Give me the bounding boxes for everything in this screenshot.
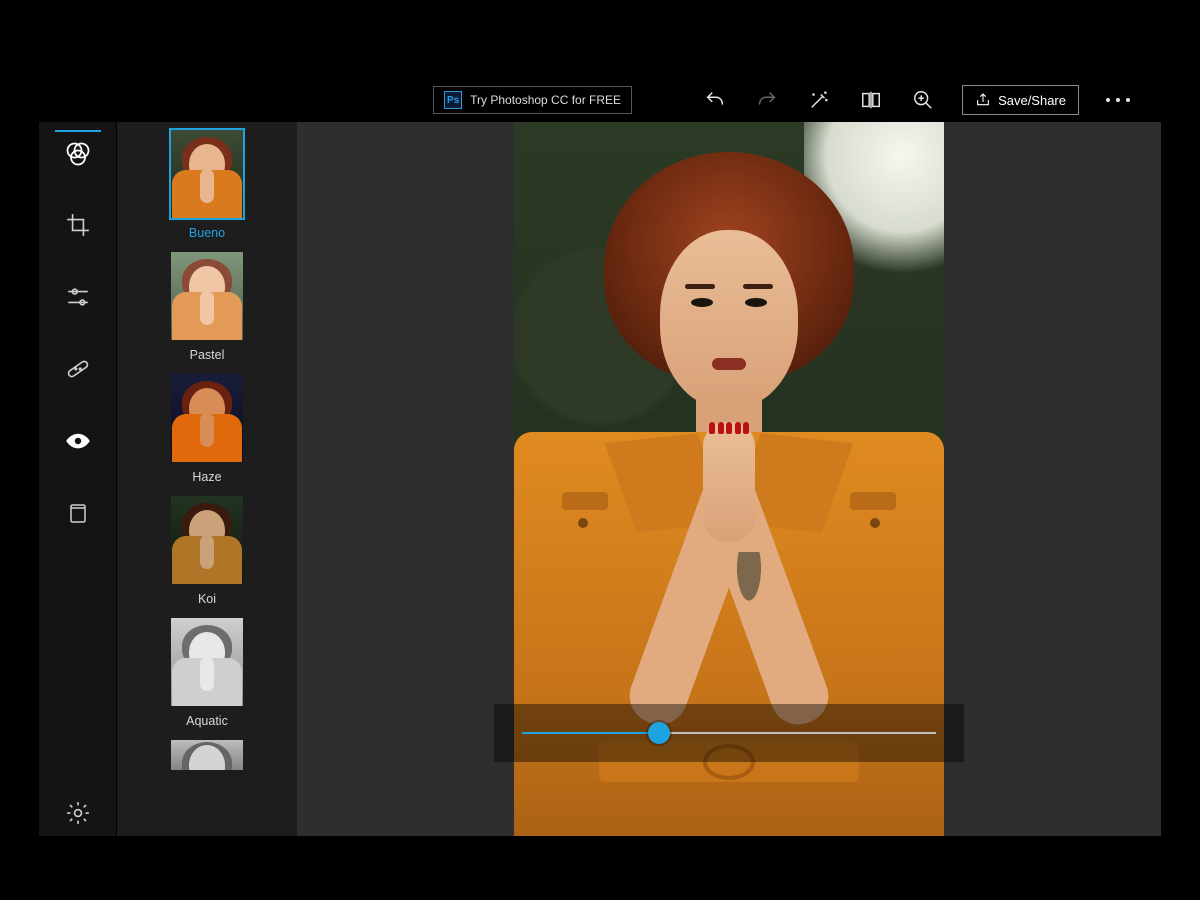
preset-label: Bueno [189, 226, 225, 240]
undo-button[interactable] [702, 87, 728, 113]
try-photoshop-promo[interactable]: Ps Try Photoshop CC for FREE [433, 86, 632, 114]
redo-icon [756, 89, 778, 111]
save-share-label: Save/Share [998, 93, 1066, 108]
top-toolbar: Ps Try Photoshop CC for FREE Save/Share [39, 78, 1161, 122]
more-icon [1106, 98, 1130, 102]
canvas-area [297, 122, 1161, 836]
slider-fill [522, 732, 659, 734]
tool-heal[interactable] [55, 346, 101, 392]
compare-button[interactable] [858, 87, 884, 113]
gear-icon [65, 800, 91, 826]
wand-icon [808, 89, 830, 111]
undo-icon [704, 89, 726, 111]
preset-thumb [169, 738, 245, 772]
preset-label: Pastel [190, 348, 225, 362]
more-menu-button[interactable] [1105, 87, 1131, 113]
tool-redeye[interactable] [55, 418, 101, 464]
preset-thumb [169, 250, 245, 342]
preset-label: Haze [192, 470, 221, 484]
preset-thumb [169, 128, 245, 220]
intensity-slider[interactable] [522, 732, 936, 734]
slider-thumb[interactable] [648, 722, 670, 744]
preset-label: Aquatic [186, 714, 228, 728]
preset-thumb [169, 494, 245, 586]
looks-icon [64, 140, 92, 168]
tool-crop[interactable] [55, 202, 101, 248]
preset-scroll[interactable]: Bueno Pastel Haze Koi Aquatic [117, 122, 297, 836]
preset-bueno[interactable]: Bueno [117, 128, 297, 240]
save-share-button[interactable]: Save/Share [962, 85, 1079, 115]
frame-icon [66, 501, 90, 525]
intensity-slider-bar [494, 704, 964, 762]
preset-thumb [169, 372, 245, 464]
preset-label: Koi [198, 592, 216, 606]
tool-settings[interactable] [55, 790, 101, 836]
tool-rail [39, 122, 117, 836]
sliders-icon [65, 284, 91, 310]
preset-pastel[interactable]: Pastel [117, 250, 297, 362]
tool-adjust[interactable] [55, 274, 101, 320]
preset-next[interactable] [117, 738, 297, 772]
preset-thumb [169, 616, 245, 708]
tool-border[interactable] [55, 490, 101, 536]
bandage-icon [65, 356, 91, 382]
eye-icon [65, 428, 91, 454]
zoom-button[interactable] [910, 87, 936, 113]
auto-enhance-button[interactable] [806, 87, 832, 113]
preset-koi[interactable]: Koi [117, 494, 297, 606]
photoshop-badge-icon: Ps [444, 91, 462, 109]
preset-haze[interactable]: Haze [117, 372, 297, 484]
zoom-in-icon [912, 89, 934, 111]
preset-aquatic[interactable]: Aquatic [117, 616, 297, 728]
share-icon [975, 92, 991, 108]
preset-panel: Bueno Pastel Haze Koi Aquatic [117, 122, 297, 836]
crop-icon [65, 212, 91, 238]
redo-button[interactable] [754, 87, 780, 113]
tool-looks[interactable] [55, 130, 101, 176]
flip-compare-icon [860, 89, 882, 111]
promo-label: Try Photoshop CC for FREE [470, 93, 621, 107]
app-window: Ps Try Photoshop CC for FREE Save/Share [39, 64, 1161, 836]
